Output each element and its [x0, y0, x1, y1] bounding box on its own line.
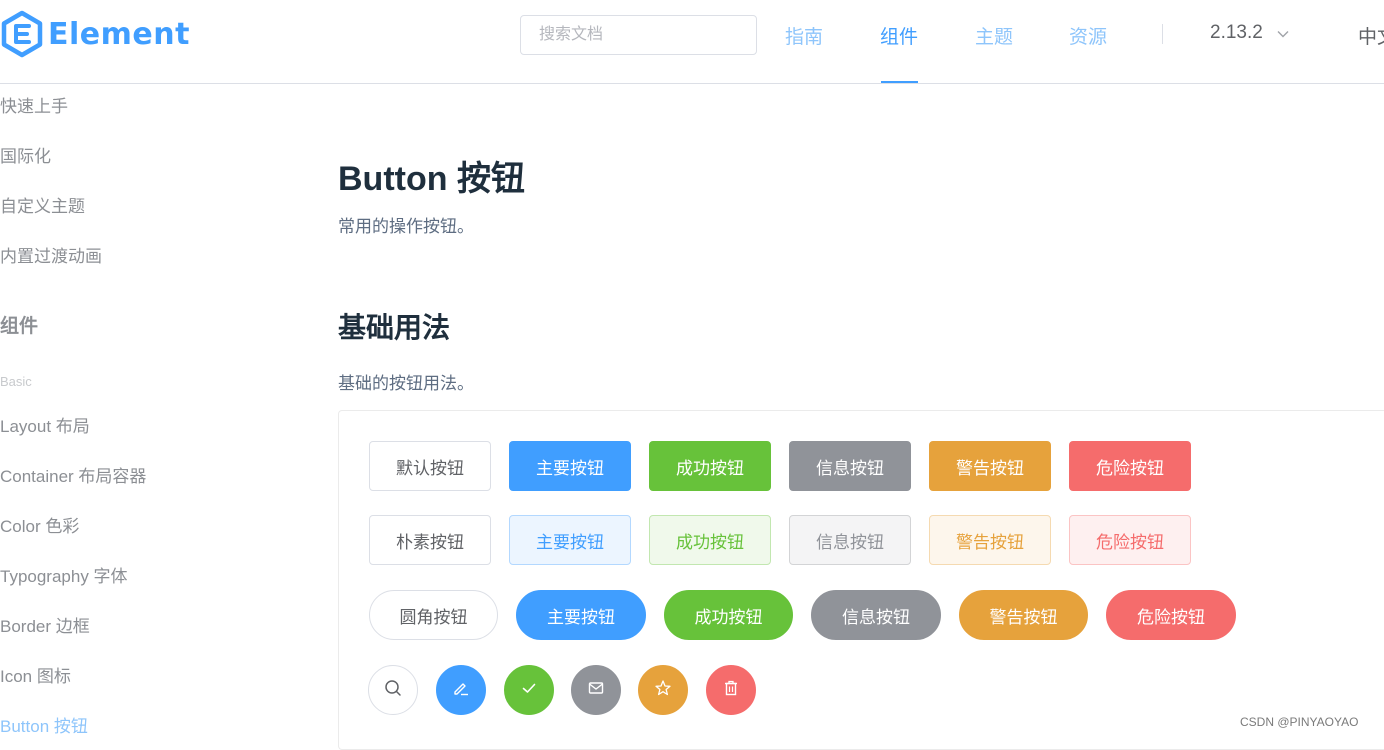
sidebar-item-custom-theme[interactable]: 自定义主题 — [0, 192, 85, 217]
warning-button[interactable]: 警告按钮 — [929, 441, 1051, 491]
search-input[interactable] — [520, 15, 757, 55]
message-icon — [587, 679, 605, 702]
plain-info-button[interactable]: 信息按钮 — [789, 515, 911, 565]
logo-text: Element — [48, 16, 190, 52]
info-button[interactable]: 信息按钮 — [789, 441, 911, 491]
sidebar-item-button[interactable]: Button 按钮 — [0, 712, 88, 737]
sidebar-item-quickstart[interactable]: 快速上手 — [0, 92, 68, 117]
circle-star-button[interactable] — [638, 665, 688, 715]
round-default-button[interactable]: 圆角按钮 — [369, 590, 498, 640]
delete-icon — [722, 679, 740, 702]
circle-check-button[interactable] — [504, 665, 554, 715]
language-switch[interactable]: 中文 — [1358, 22, 1384, 49]
edit-icon — [452, 679, 470, 702]
round-info-button[interactable]: 信息按钮 — [811, 590, 941, 640]
primary-button[interactable]: 主要按钮 — [509, 441, 631, 491]
circle-delete-button[interactable] — [706, 665, 756, 715]
sidebar-item-transition[interactable]: 内置过渡动画 — [0, 242, 102, 267]
watermark: CSDN @PINYAOYAO — [1240, 715, 1359, 729]
plain-success-button[interactable]: 成功按钮 — [649, 515, 771, 565]
sidebar-item-layout[interactable]: Layout 布局 — [0, 412, 90, 437]
sidebar-item-icon[interactable]: Icon 图标 — [0, 662, 71, 687]
round-warning-button[interactable]: 警告按钮 — [959, 590, 1088, 640]
nav-divider — [1162, 24, 1163, 44]
plain-warning-button[interactable]: 警告按钮 — [929, 515, 1051, 565]
plain-default-button[interactable]: 朴素按钮 — [369, 515, 491, 565]
page-description: 常用的操作按钮。 — [338, 217, 474, 236]
version-label: 2.13.2 — [1210, 22, 1263, 43]
page-title: Button 按钮 — [338, 160, 525, 198]
round-danger-button[interactable]: 危险按钮 — [1106, 590, 1236, 640]
element-logo[interactable]: Element — [0, 10, 190, 58]
element-logo-icon — [1, 10, 43, 58]
section-description: 基础的按钮用法。 — [338, 374, 474, 393]
circle-edit-button[interactable] — [436, 665, 486, 715]
version-dropdown[interactable]: 2.13.2 — [1210, 22, 1289, 44]
sidebar-item-container[interactable]: Container 布局容器 — [0, 462, 146, 487]
check-icon — [520, 679, 538, 702]
sidebar-subgroup-title: Basic — [0, 374, 32, 389]
sidebar-group-title: 组件 — [0, 316, 39, 337]
round-success-button[interactable]: 成功按钮 — [664, 590, 793, 640]
nav-resource[interactable]: 资源 — [1069, 22, 1107, 49]
active-nav-indicator — [881, 81, 918, 83]
sidebar-item-border[interactable]: Border 边框 — [0, 612, 90, 637]
sidebar-item-i18n[interactable]: 国际化 — [0, 142, 51, 167]
nav-guide[interactable]: 指南 — [785, 22, 823, 49]
nav-theme[interactable]: 主题 — [975, 22, 1013, 49]
circle-search-button[interactable] — [368, 665, 418, 715]
plain-primary-button[interactable]: 主要按钮 — [509, 515, 631, 565]
circle-message-button[interactable] — [571, 665, 621, 715]
success-button[interactable]: 成功按钮 — [649, 441, 771, 491]
section-title: 基础用法 — [338, 312, 451, 343]
search-icon — [384, 679, 402, 702]
top-header: Element 指南 组件 主题 资源 2.13.2 中文 — [0, 0, 1384, 84]
default-button[interactable]: 默认按钮 — [369, 441, 491, 491]
plain-danger-button[interactable]: 危险按钮 — [1069, 515, 1191, 565]
sidebar-item-typography[interactable]: Typography 字体 — [0, 562, 128, 587]
star-icon — [654, 679, 672, 702]
danger-button[interactable]: 危险按钮 — [1069, 441, 1191, 491]
chevron-down-icon — [1277, 22, 1289, 44]
round-primary-button[interactable]: 主要按钮 — [516, 590, 646, 640]
nav-component[interactable]: 组件 — [880, 22, 918, 49]
sidebar-item-color[interactable]: Color 色彩 — [0, 512, 79, 537]
